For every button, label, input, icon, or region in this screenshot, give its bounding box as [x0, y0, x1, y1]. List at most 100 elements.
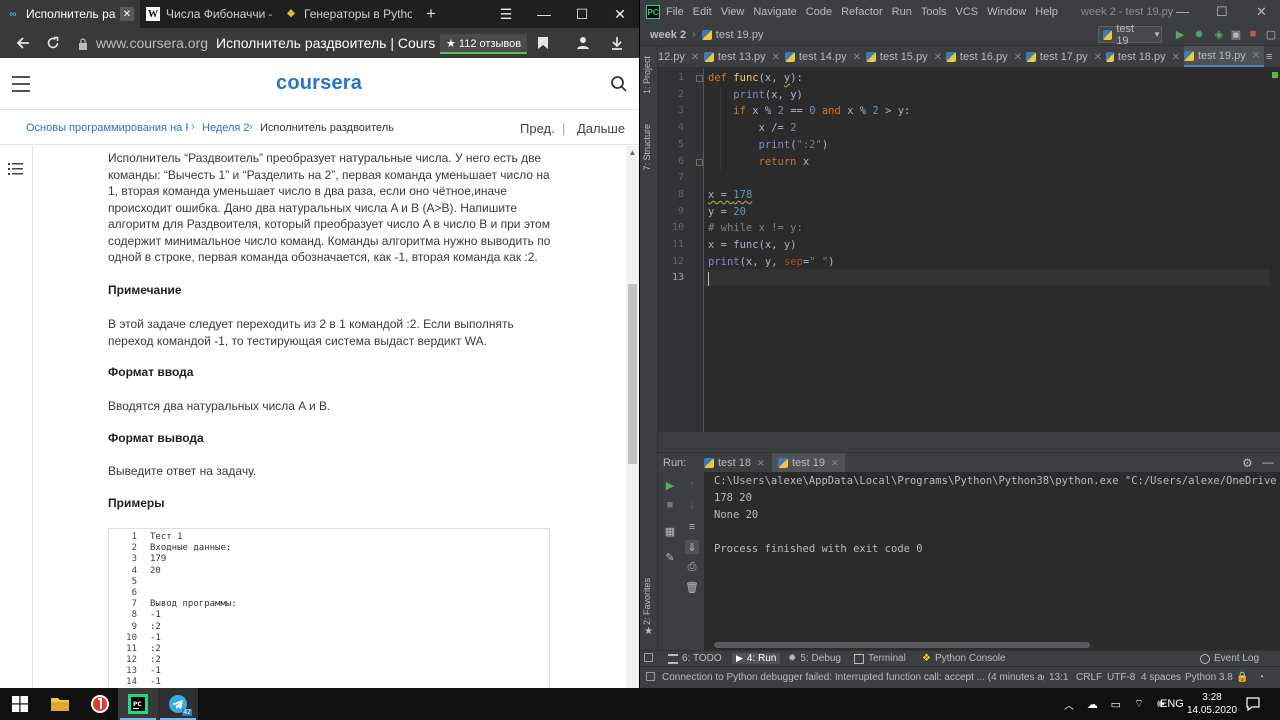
- pin-icon[interactable]: ✎: [663, 550, 677, 564]
- yandex-browser-icon[interactable]: [80, 688, 120, 720]
- stop-icon[interactable]: ■: [1247, 28, 1259, 40]
- minimize-button[interactable]: —: [525, 0, 563, 28]
- close-tab-icon[interactable]: ✕: [120, 7, 134, 21]
- close-tab-icon[interactable]: ✕: [772, 52, 780, 63]
- back-arrow-icon[interactable]: [8, 28, 38, 58]
- breadcrumb-week[interactable]: Неделя 2: [202, 122, 250, 134]
- browser-menu-button[interactable]: ☰: [487, 0, 525, 28]
- action-center-icon[interactable]: [1246, 688, 1260, 720]
- ide-menu-edit[interactable]: Edit: [693, 6, 712, 18]
- ide-menu-run[interactable]: Run: [892, 6, 912, 18]
- scroll-up-arrow-icon[interactable]: ▲: [626, 146, 639, 158]
- close-tab-icon[interactable]: ✕: [757, 458, 765, 469]
- editor-tab[interactable]: 12.py ✕: [658, 46, 699, 67]
- stop-icon[interactable]: ■: [663, 498, 677, 512]
- event-log-tool-button[interactable]: Event Log: [1200, 653, 1259, 664]
- ide-menu-refactor[interactable]: Refactor: [841, 6, 883, 18]
- gear-icon[interactable]: ⚙: [1242, 456, 1253, 470]
- cloud-icon[interactable]: ☁: [1087, 698, 1098, 711]
- ide-close-button[interactable]: ✕: [1256, 4, 1267, 20]
- close-tab-icon[interactable]: ✕: [1014, 52, 1022, 63]
- ide-minimize-button[interactable]: —: [1176, 4, 1189, 19]
- editor-tab[interactable]: test 15.py ✕: [866, 46, 942, 67]
- ide-menu-help[interactable]: Help: [1035, 6, 1058, 18]
- next-button[interactable]: Дальше: [577, 121, 625, 136]
- run-tool-button[interactable]: ▶ 4: Run: [732, 653, 781, 664]
- close-tab-icon[interactable]: ✕: [1094, 52, 1102, 63]
- nav-project[interactable]: week 2: [650, 29, 686, 41]
- favorites-tool-window-button[interactable]: 2: Favorites: [642, 578, 652, 625]
- language-indicator[interactable]: ENG: [1160, 688, 1184, 720]
- debug-icon[interactable]: ✹: [1193, 28, 1205, 41]
- browser-tab-coursera[interactable]: ∞ Исполнитель раздвоитель ✕: [0, 0, 140, 28]
- structure-tool-window-button[interactable]: 7: Structure: [642, 124, 652, 171]
- ide-menu-code[interactable]: Code: [806, 6, 832, 18]
- ide-maximize-button[interactable]: ☐: [1216, 4, 1228, 20]
- toggle-tool-windows-icon[interactable]: [644, 653, 653, 662]
- clock[interactable]: 3:28 14.05.2020: [1187, 688, 1237, 720]
- indent-setting[interactable]: 4 spaces: [1141, 672, 1181, 683]
- lock-icon[interactable]: 🔒: [1236, 672, 1248, 683]
- close-tab-icon[interactable]: ✕: [934, 52, 942, 63]
- terminal-tool-button[interactable]: Terminal: [854, 653, 906, 664]
- reviews-badge[interactable]: ★ 112 отзывов: [440, 34, 528, 54]
- explorer-icon[interactable]: [40, 688, 80, 720]
- ide-menu-tools[interactable]: Tools: [921, 6, 947, 18]
- run-icon[interactable]: ▶: [1174, 28, 1186, 41]
- coverage-icon[interactable]: ◈: [1213, 28, 1225, 41]
- todo-tool-button[interactable]: 6: TODO: [668, 653, 722, 664]
- layout-icon[interactable]: ▦: [663, 524, 677, 538]
- editor-tab[interactable]: test 18.py ✕: [1106, 46, 1180, 67]
- rerun-icon[interactable]: ▶: [663, 478, 677, 492]
- tab-list-icon[interactable]: ≡: [1266, 46, 1280, 67]
- fold-marker-icon[interactable]: [696, 158, 703, 166]
- editor-tab[interactable]: test 19.py ✕: [1184, 46, 1264, 67]
- ide-menu-file[interactable]: File: [666, 6, 684, 18]
- scroll-down-icon[interactable]: ↓: [685, 498, 699, 512]
- prev-button[interactable]: Пред.: [520, 121, 555, 136]
- editor-tab[interactable]: test 13.py ✕: [704, 46, 780, 67]
- protect-icon[interactable]: [568, 28, 598, 58]
- more-icon[interactable]: ▢: [1265, 28, 1277, 41]
- tray-chevron-up-icon[interactable]: ︿: [1064, 697, 1074, 712]
- page-scrollbar[interactable]: ▲: [626, 146, 639, 688]
- scrollbar-thumb[interactable]: [628, 284, 637, 464]
- telegram-icon[interactable]: 42: [158, 688, 198, 720]
- scrollbar-thumb[interactable]: [714, 642, 1090, 648]
- coursera-logo[interactable]: coursera: [276, 72, 362, 95]
- download-icon[interactable]: [602, 28, 632, 58]
- browser-tab-wikipedia[interactable]: W Числа Фибоначчи — Википедия: [140, 0, 278, 28]
- close-tab-icon[interactable]: ✕: [853, 52, 861, 63]
- fold-marker-icon[interactable]: [696, 75, 703, 82]
- editor-tab[interactable]: test 16.py ✕: [946, 46, 1022, 67]
- profile-icon[interactable]: ▣: [1230, 28, 1242, 41]
- code-editor[interactable]: 1 2 3 4 5 6 7 8 9 10 11 12 13 def func(x, y): print(…: [658, 68, 1280, 432]
- ide-menu-window[interactable]: Window: [987, 6, 1026, 18]
- status-panel-icon[interactable]: [646, 672, 655, 681]
- run-console[interactable]: C:\Users\alexe\AppData\Local\Programs\Py…: [704, 472, 1280, 640]
- pycharm-icon[interactable]: PC: [118, 688, 158, 720]
- scroll-to-end-icon[interactable]: ⇓: [685, 540, 699, 554]
- bookmark-icon[interactable]: [528, 28, 558, 58]
- maximize-button[interactable]: ☐: [563, 0, 601, 28]
- close-tab-icon[interactable]: ✕: [1252, 50, 1260, 61]
- editor-tab[interactable]: test 14.py ✕: [785, 46, 861, 67]
- hamburger-menu-icon[interactable]: [12, 76, 30, 92]
- battery-icon[interactable]: ▭: [1111, 698, 1121, 711]
- line-separator[interactable]: CRLF: [1076, 672, 1102, 683]
- run-tab-test19[interactable]: test 19 ✕: [772, 453, 845, 473]
- search-icon[interactable]: [610, 75, 628, 93]
- ide-menu-navigate[interactable]: Navigate: [753, 6, 796, 18]
- new-tab-button[interactable]: +: [418, 0, 444, 28]
- close-tab-icon[interactable]: ✕: [691, 52, 699, 63]
- ide-menu-vcs[interactable]: VCS: [956, 6, 979, 18]
- notifications-icon[interactable]: ◔: [1258, 672, 1264, 683]
- browser-tab-python[interactable]: ❖ Генераторы в Python: [278, 0, 418, 28]
- ide-menu-view[interactable]: View: [721, 6, 745, 18]
- editor-tab[interactable]: test 17.py ✕: [1026, 46, 1102, 67]
- run-tab-test18[interactable]: test 18 ✕: [698, 453, 771, 473]
- wifi-icon[interactable]: ⌔: [1134, 697, 1144, 711]
- debug-tool-button[interactable]: ✹ 5: Debug: [788, 653, 841, 664]
- run-config-dropdown[interactable]: test 19 ▼: [1098, 23, 1162, 47]
- console-horizontal-scrollbar[interactable]: [704, 640, 1280, 650]
